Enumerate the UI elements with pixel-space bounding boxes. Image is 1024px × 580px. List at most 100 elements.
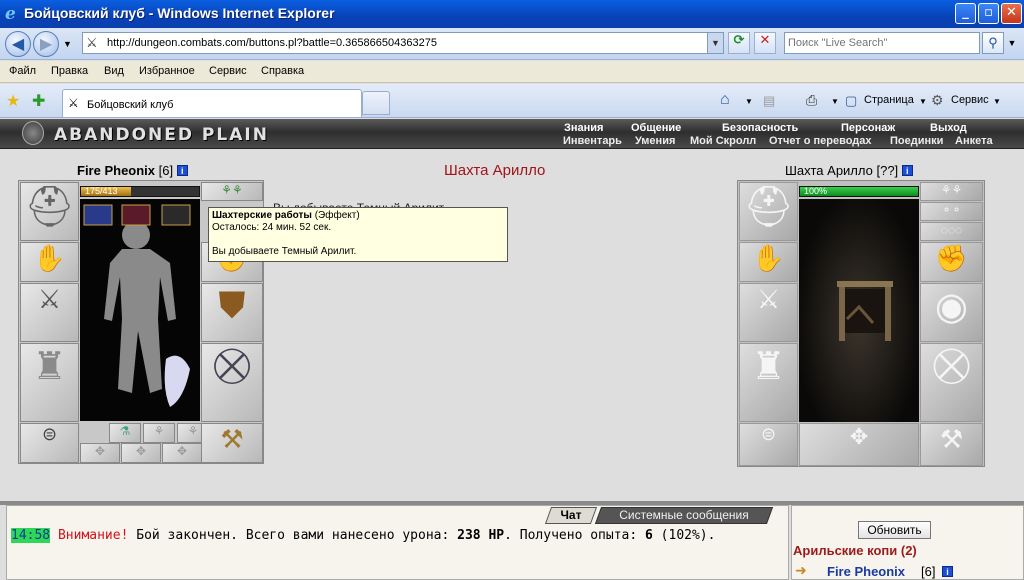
- mine-rings-slot: ◌◌◌: [920, 222, 983, 241]
- menu-tools[interactable]: Сервис: [209, 65, 247, 77]
- mine-hp-text: 100%: [804, 186, 828, 196]
- boots-slot[interactable]: ⚒: [201, 423, 263, 463]
- close-button[interactable]: ✕: [1001, 3, 1022, 24]
- character-info-icon[interactable]: i: [176, 165, 188, 176]
- add-favorite-icon[interactable]: ✚: [32, 91, 45, 111]
- search-icon[interactable]: ⚲: [982, 32, 1004, 54]
- nav-profile[interactable]: Анкета: [955, 135, 993, 147]
- page-menu[interactable]: Страница: [864, 94, 914, 106]
- ie-logo-icon: e: [5, 4, 16, 24]
- character-name[interactable]: Fire Pheonix: [77, 163, 155, 178]
- mine-info-icon[interactable]: i: [901, 165, 913, 176]
- forward-button[interactable]: ▶: [33, 31, 59, 57]
- chat-text-3: (102%).: [652, 528, 716, 543]
- search-input[interactable]: [788, 34, 978, 52]
- tools-menu[interactable]: Сервис: [951, 94, 989, 106]
- menu-favorites[interactable]: Избранное: [139, 65, 195, 77]
- refresh-button[interactable]: Обновить: [858, 521, 931, 539]
- search-field[interactable]: [784, 32, 980, 54]
- player-row: ➜ Fire Pheonix [6] i: [795, 562, 965, 580]
- nav-my-scroll[interactable]: Мой Скролл: [690, 135, 756, 147]
- chat-warning: Внимание!: [57, 528, 129, 543]
- tab-active[interactable]: ⚔ Бойцовский клуб: [62, 89, 362, 117]
- menu-file[interactable]: Файл: [9, 65, 36, 77]
- players-location: Арильские копи (2): [793, 543, 917, 558]
- bracers-slot[interactable]: ✋: [20, 242, 79, 282]
- print-dropdown-icon[interactable]: ▼: [831, 97, 839, 106]
- hp-text: 175/413: [85, 186, 118, 196]
- print-icon[interactable]: ⎙: [806, 92, 817, 109]
- weapon-slot[interactable]: ⚔: [20, 283, 79, 342]
- tools-dropdown-icon[interactable]: ▼: [993, 97, 1001, 106]
- player-info-icon[interactable]: i: [942, 566, 953, 577]
- amulet-slot[interactable]: ⚘⚘: [201, 182, 263, 201]
- nav-security[interactable]: Безопасность: [722, 122, 798, 134]
- character-portrait[interactable]: [80, 199, 200, 421]
- nav-knowledge[interactable]: Знания: [564, 122, 603, 134]
- nav-transfer-report[interactable]: Отчет о переводах: [769, 135, 872, 147]
- home-dropdown-icon[interactable]: ▼: [745, 97, 753, 106]
- tab-chat[interactable]: Чат: [544, 507, 598, 524]
- nav-fights[interactable]: Поединки: [890, 135, 943, 147]
- chat-text-1: Бой закончен. Всего вами нанесено урона:: [128, 528, 458, 543]
- chat-damage: 238 HP: [457, 528, 505, 543]
- menu-bar: Файл Правка Вид Избранное Сервис Справка: [0, 61, 1024, 83]
- mine-armor-slot: ♜: [739, 343, 798, 422]
- address-field[interactable]: ⚔ http://dungeon.combats.com/buttons.pl?…: [82, 32, 724, 54]
- private-message-icon[interactable]: ➜: [795, 562, 807, 579]
- potion-slot[interactable]: ⚗: [109, 423, 141, 443]
- home-icon[interactable]: ⌂: [720, 91, 730, 109]
- effect-tooltip: Шахтерские работы (Эффект) Осталось: 24 …: [208, 207, 508, 262]
- mine-gloves-slot: ✊: [920, 242, 983, 282]
- nav-exit[interactable]: Выход: [930, 122, 967, 134]
- nav-character[interactable]: Персонаж: [841, 122, 895, 134]
- maximize-button[interactable]: ▫: [978, 3, 999, 24]
- armor-slot[interactable]: ♜: [20, 343, 79, 422]
- belt-slot[interactable]: ⊜: [20, 423, 79, 463]
- menu-edit[interactable]: Правка: [51, 65, 88, 77]
- shield-icon[interactable]: ⛊: [201, 283, 263, 342]
- stop-icon[interactable]: ✕: [754, 32, 776, 54]
- leggings-slot[interactable]: ⛒: [201, 343, 263, 422]
- page-dropdown-icon[interactable]: ▼: [919, 97, 927, 106]
- scroll-slot-2[interactable]: ✥: [121, 443, 161, 463]
- tooltip-title: Шахтерские работы: [212, 210, 312, 221]
- tab-bar: ★ ✚ ⚔ Бойцовский клуб ⌂ ▼ ▤ ⎙ ▼ ▢ Страни…: [0, 84, 1024, 118]
- game-area: ABANDONED PLAIN Знания Общение Безопасно…: [0, 119, 1024, 580]
- mine-bracers-slot: ✋: [739, 242, 798, 282]
- game-emblem-icon: [22, 121, 44, 145]
- site-favicon-icon: ⚔: [86, 35, 98, 50]
- new-tab-button[interactable]: [362, 91, 390, 115]
- history-dropdown-icon[interactable]: ▼: [63, 39, 72, 49]
- menu-help[interactable]: Справка: [261, 65, 304, 77]
- nav-inventory[interactable]: Инвентарь: [563, 135, 622, 147]
- tab-system-messages[interactable]: Системные сообщения: [594, 507, 774, 524]
- feeds-icon[interactable]: ▤: [763, 93, 775, 109]
- scroll-slot-3[interactable]: ✥: [162, 443, 202, 463]
- ring-slot-1[interactable]: ⚘: [143, 423, 175, 443]
- game-logo: ABANDONED PLAIN: [54, 125, 269, 145]
- favorites-star-icon[interactable]: ★: [6, 91, 20, 111]
- mine-name: Шахта Арилло: [785, 163, 873, 178]
- character-silhouette: [83, 204, 191, 407]
- player-level: [6]: [921, 564, 936, 579]
- nav-skills[interactable]: Умения: [635, 135, 675, 147]
- menu-view[interactable]: Вид: [104, 65, 124, 77]
- mine-helmet-slot: ⛑: [739, 182, 798, 241]
- chat-timestamp[interactable]: 14:58: [11, 528, 51, 543]
- scroll-slot-1[interactable]: ✥: [80, 443, 120, 463]
- tab-label: Бойцовский клуб: [87, 99, 174, 111]
- back-button[interactable]: ◀: [5, 31, 31, 57]
- address-url[interactable]: http://dungeon.combats.com/buttons.pl?ba…: [107, 37, 437, 49]
- nav-communication[interactable]: Общение: [631, 122, 681, 134]
- tooltip-message: Вы добываете Темный Арилит.: [212, 246, 357, 257]
- search-options-dropdown-icon[interactable]: ▼: [1005, 32, 1019, 54]
- address-toolbar: ◀ ▶ ▼ ⚔ http://dungeon.combats.com/butto…: [0, 28, 1024, 60]
- page-icon: ▢: [845, 93, 858, 108]
- refresh-icon[interactable]: ⟳: [728, 32, 750, 54]
- player-name[interactable]: Fire Pheonix: [827, 564, 905, 579]
- game-top-bar: ABANDONED PLAIN Знания Общение Безопасно…: [0, 119, 1024, 149]
- address-dropdown-icon[interactable]: ▼: [707, 33, 723, 53]
- helmet-slot[interactable]: ⛑: [20, 182, 79, 241]
- minimize-button[interactable]: _: [955, 3, 976, 24]
